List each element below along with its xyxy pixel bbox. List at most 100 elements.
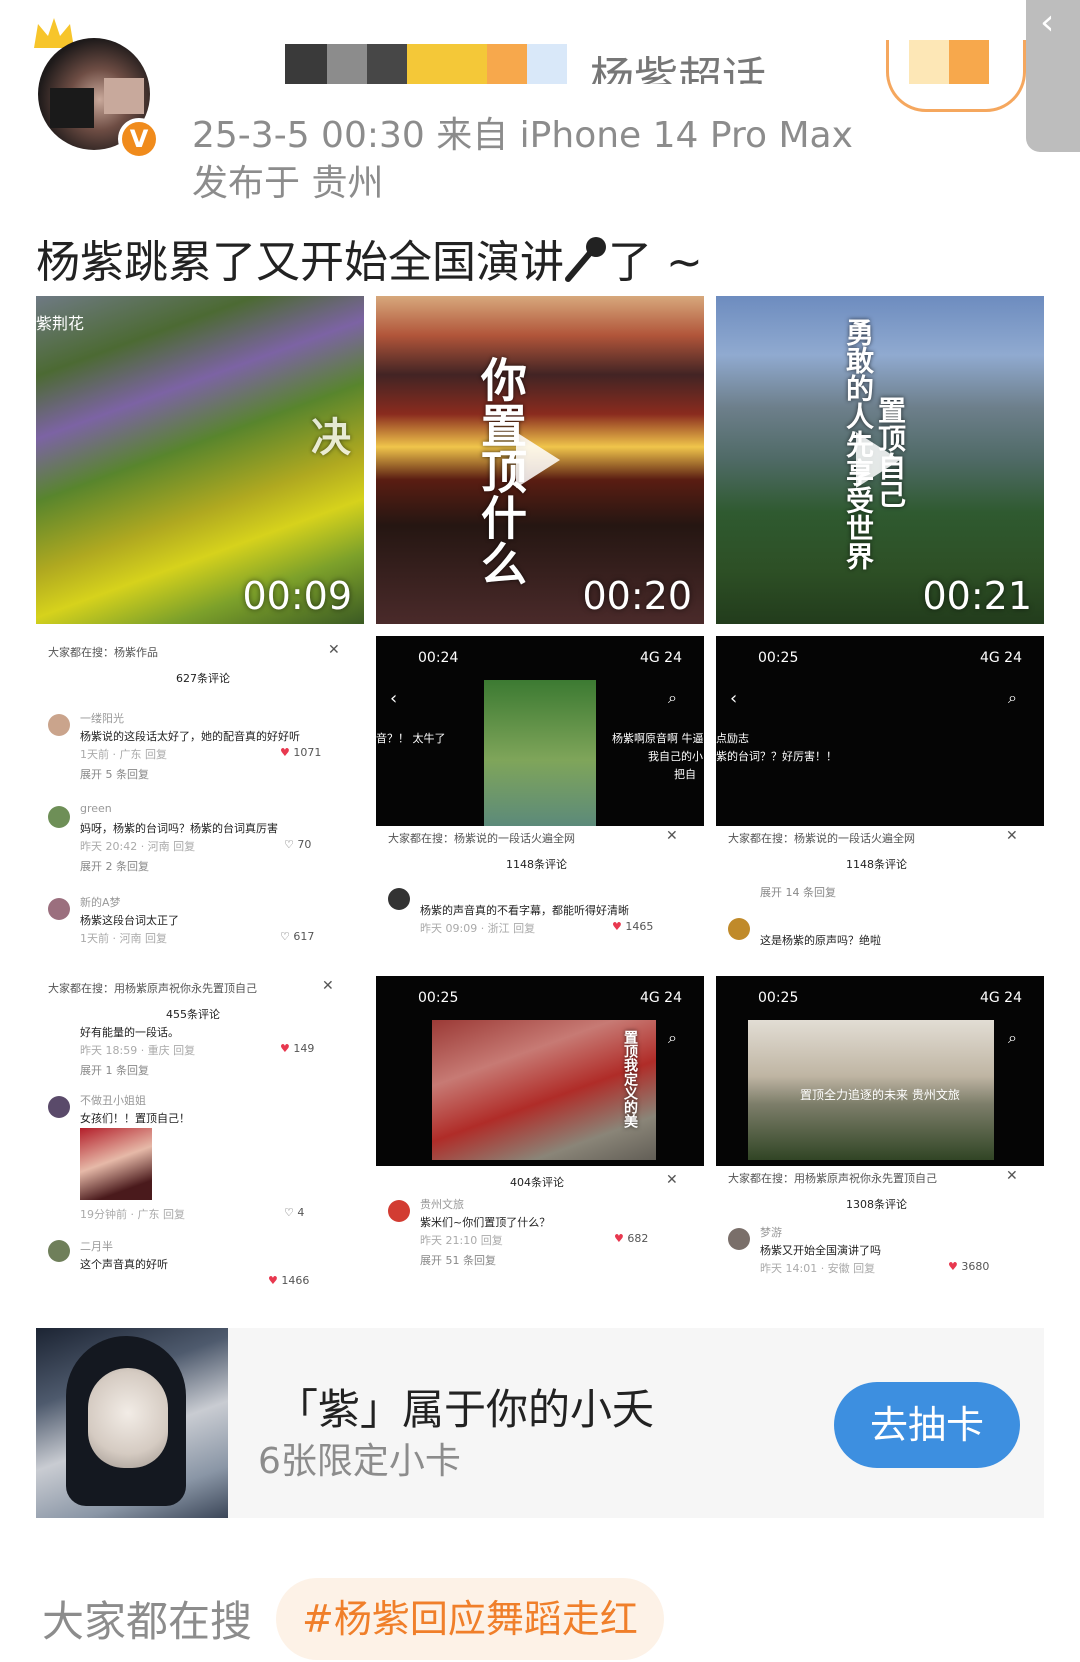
- follow-button[interactable]: 关注: [886, 40, 1026, 112]
- close-icon: ✕: [328, 642, 340, 658]
- post-location: 发布于 贵州: [192, 163, 384, 204]
- promo-card[interactable]: 「紫」属于你的小夭 6张限定小卡 去抽卡: [36, 1328, 1044, 1518]
- back-icon: ‹: [390, 688, 398, 709]
- back-tab[interactable]: ‹: [1026, 0, 1080, 152]
- expand-replies: 展开 51 条回复: [420, 1254, 496, 1267]
- expand-replies: 展开 2 条回复: [80, 860, 149, 873]
- video-thumbnail[interactable]: 你置顶什么 00:20: [376, 296, 704, 624]
- play-icon: [856, 432, 900, 488]
- video-screenshot[interactable]: 00:25 4G 24 ⌕ 置顶我定义的美 404条评论 ✕ 贵州文旅 紫米们~你…: [376, 976, 704, 1304]
- comment-text: 妈呀，杨紫的台词吗？杨紫的台词真厉害: [80, 822, 278, 835]
- card-image: [36, 1328, 228, 1518]
- comment-meta: 1天前 · 河南 回复: [80, 932, 167, 945]
- comment-count: 1148条评论: [846, 858, 907, 871]
- comment-count: 1148条评论: [506, 858, 567, 871]
- avatar-censor-block: [104, 78, 144, 114]
- post-text-suffix: 了 ~: [608, 237, 703, 288]
- video-frame: [484, 680, 596, 826]
- comment-meta: 昨天 21:10 回复: [420, 1234, 503, 1247]
- comment-count: 455条评论: [166, 1008, 220, 1021]
- search-icon: ⌕: [1008, 1028, 1017, 1047]
- expand-replies: 展开 5 条回复: [80, 768, 149, 781]
- back-icon: ‹: [730, 688, 738, 709]
- comment-text: 杨紫说的这段话太好了，她的配音真的好好听: [80, 730, 300, 743]
- comment-text: 好有能量的一段话。: [80, 1026, 179, 1039]
- commenter-avatar: [48, 1240, 70, 1262]
- close-icon: ✕: [666, 1172, 678, 1188]
- video-duration: 00:09: [242, 574, 352, 618]
- video-overlay-text: 决: [304, 416, 350, 456]
- commenter-name: 贵州文旅: [420, 1198, 464, 1211]
- comment-likes: ♡ 4: [284, 1206, 305, 1219]
- comment-likes: ♥ 1465: [612, 920, 654, 933]
- commenter-avatar: [728, 1228, 750, 1250]
- back-icon: ‹: [1040, 2, 1055, 43]
- trending-tag[interactable]: #杨紫回应舞蹈走红: [276, 1578, 664, 1660]
- comment-meta: 昨天 20:42 · 河南 回复: [80, 840, 196, 853]
- search-hint: 大家都在搜：杨紫说的一段话火遍全网: [728, 832, 915, 845]
- comment-likes: ♥ 682: [614, 1232, 649, 1245]
- comment-panel: 大家都在搜：用杨紫原声祝你永先置顶自己 ✕ 1308条评论 梦游 杨紫又开始全国…: [716, 1166, 1044, 1304]
- commenter-avatar: [388, 1200, 410, 1222]
- comment-meta: 昨天 09:09 · 浙江 回复: [420, 922, 536, 935]
- username-fragment: 杨紫超话: [590, 53, 766, 84]
- comment-text: 杨紫又开始全国演讲了吗: [760, 1244, 881, 1257]
- comment-screenshot[interactable]: 大家都在搜：杨紫作品 ✕ 627条评论 一缕阳光 杨紫说的这段话太好了，她的配音…: [36, 636, 364, 964]
- comment-count: 627条评论: [176, 672, 230, 685]
- video-duration: 00:21: [922, 574, 1032, 618]
- expand-replies: 展开 1 条回复: [80, 1064, 149, 1077]
- danmaku-text: 紫的台词？？好厉害！！: [716, 750, 837, 763]
- search-icon: ⌕: [668, 688, 677, 707]
- video-thumbnail[interactable]: 紫荆花 决 00:09: [36, 296, 364, 624]
- video-screenshot[interactable]: 00:25 4G 24 ⌕ 置顶全力追逐的未来 贵州文旅 大家都在搜：用杨紫原声祝…: [716, 976, 1044, 1304]
- comment-panel: 大家都在搜：杨紫说的一段话火遍全网 ✕ 1148条评论 展开 14 条回复 这是…: [716, 826, 1044, 964]
- comment-count: 404条评论: [510, 1176, 564, 1189]
- trending-label: 大家都在搜: [42, 1597, 253, 1646]
- video-overlay-text: 置顶全力追逐的未来 贵州文旅: [800, 1088, 960, 1102]
- comment-panel: 大家都在搜：杨紫说的一段话火遍全网 ✕ 1148条评论 杨紫的声音真的不看字幕，…: [376, 826, 704, 964]
- comment-screenshot[interactable]: 大家都在搜：用杨紫原声祝你永先置顶自己 ✕ 455条评论 好有能量的一段话。 昨…: [36, 976, 364, 1304]
- comment-image[interactable]: [80, 1128, 152, 1200]
- close-icon: ✕: [322, 978, 334, 994]
- username-censor-block: [285, 44, 327, 84]
- comment-text: 杨紫的声音真的不看字幕，都能听得好清晰: [420, 904, 629, 917]
- comment-meta: 昨天 14:01 · 安徽 回复: [760, 1262, 876, 1275]
- commenter-avatar: [48, 806, 70, 828]
- post-text-main: 杨紫跳累了又开始全国演讲: [36, 237, 564, 288]
- username-censor-block: [487, 44, 527, 84]
- commenter-avatar: [728, 918, 750, 940]
- video-overlay-text: 置顶我定义的美: [622, 1030, 638, 1128]
- comment-likes: ♡ 70: [284, 838, 312, 851]
- search-hint: 大家都在搜：用杨紫原声祝你永先置顶自己: [728, 1172, 937, 1185]
- comment-likes: ♥ 1071: [280, 746, 322, 759]
- commenter-name: 一缕阳光: [80, 712, 124, 725]
- draw-card-button[interactable]: 去抽卡: [834, 1382, 1020, 1468]
- video-thumbnail[interactable]: 勇敢的人先享受世界 置顶自己 00:21: [716, 296, 1044, 624]
- comment-text: 杨紫这段台词太正了: [80, 914, 179, 927]
- close-icon: ✕: [666, 828, 678, 844]
- search-icon: ⌕: [668, 1028, 677, 1047]
- status-bar: 00:25 4G 24: [758, 650, 1022, 666]
- post-text: 杨紫跳累了又开始全国演讲了 ~: [36, 226, 703, 290]
- commenter-avatar: [48, 898, 70, 920]
- commenter-avatar: [48, 714, 70, 736]
- danmaku-text: 杨紫啊原音啊 牛逼: [612, 732, 704, 745]
- comment-text: 女孩们！！置顶自己！: [80, 1112, 190, 1125]
- comment-meta: 19分钟前 · 广东 回复: [80, 1208, 185, 1221]
- video-screenshot[interactable]: 00:24 4G 24 ‹ ⌕ 音？！ 太牛了 杨紫啊原音啊 牛逼 我自己的小 把…: [376, 636, 704, 964]
- close-icon: ✕: [1006, 828, 1018, 844]
- verified-badge: V: [118, 118, 160, 160]
- video-screenshot[interactable]: 00:25 4G 24 ‹ ⌕ 点励志 紫的台词？？好厉害！！ 大家都在搜：杨紫说…: [716, 636, 1044, 964]
- expand-replies: 展开 14 条回复: [760, 886, 836, 899]
- username-censor-block: [407, 44, 487, 84]
- post-timestamp-source: 25-3-5 00:30 来自 iPhone 14 Pro Max: [192, 115, 853, 156]
- danmaku-text: 我自己的小: [648, 750, 703, 763]
- commenter-name: 梦游: [760, 1226, 782, 1239]
- search-hint: 大家都在搜：用杨紫原声祝你永先置顶自己: [48, 982, 257, 995]
- search-hint: 大家都在搜：杨紫作品: [48, 646, 158, 659]
- comment-meta: 昨天 18:59 · 重庆 回复: [80, 1044, 196, 1057]
- video-overlay-text: 紫荆花: [36, 314, 85, 333]
- comment-text: 这个声音真的好听: [80, 1258, 168, 1271]
- commenter-name: 新的A梦: [80, 896, 121, 909]
- commenter-name: 不做丑小姐姐: [80, 1094, 146, 1107]
